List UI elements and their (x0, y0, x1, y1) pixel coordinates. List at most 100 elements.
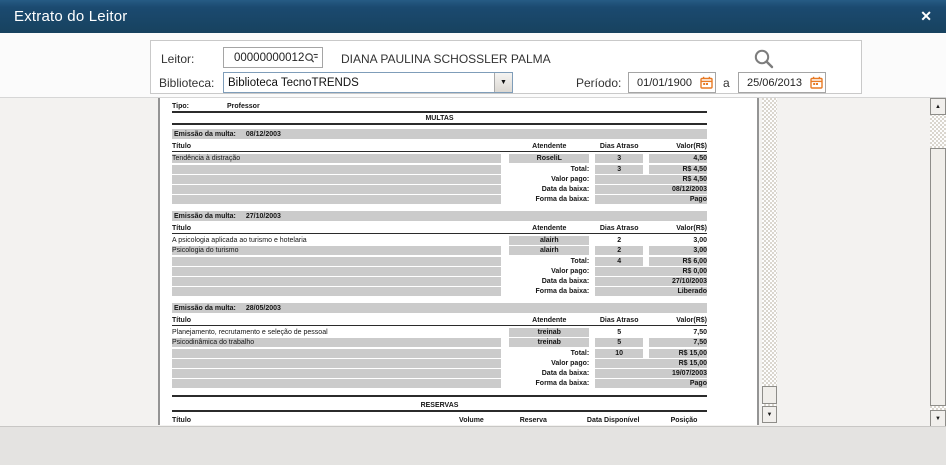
col-header-reserva: Reserva (501, 416, 565, 425)
multas-header-row: TítuloAtendenteDias AtrasoValor(R$) (172, 316, 707, 326)
multa-block: Emissão da multa: 27/10/2003 TítuloAtenden… (172, 211, 707, 296)
col-header-titulo: Título (172, 224, 501, 234)
leitor-code-input[interactable]: 00000000012 (223, 47, 323, 68)
report-tipo-row: Tipo:Professor (172, 102, 707, 113)
valor-pago-value: R$ 15,00 (595, 359, 707, 368)
item-valor: 3,00 (649, 246, 707, 255)
col-header-valor: Valor(R$) (649, 316, 707, 326)
valor-pago-label: Valor pago: (509, 267, 589, 276)
reader-form-panel: Leitor: 00000000012 DIANA PAULINA SCHOSS… (150, 40, 862, 94)
forma-baixa-value: Pago (595, 195, 707, 204)
total-label: Total: (509, 349, 589, 358)
scrollbar-thumb[interactable] (762, 386, 777, 404)
item-atendente: treinab (509, 338, 589, 347)
chevron-down-icon[interactable]: ▼ (494, 73, 512, 92)
forma-baixa-value: Liberado (595, 287, 707, 296)
col-header-atendente: Atendente (509, 316, 589, 326)
scrollbar-thumb[interactable] (930, 148, 946, 406)
search-icon[interactable] (753, 48, 775, 70)
dialog-title: Extrato do Leitor (0, 8, 127, 25)
col-header-volume: Volume (447, 416, 495, 425)
leitor-code-value: 00000000012 (224, 52, 304, 64)
periodo-to-input[interactable]: 25/06/2013 (738, 72, 826, 93)
item-dias-atraso: 2 (595, 246, 643, 255)
item-titulo: Psicologia do turismo (172, 246, 501, 255)
item-valor: 7,50 (649, 338, 707, 347)
data-baixa-value: 19/07/2003 (595, 369, 707, 378)
data-baixa-value: 27/10/2003 (595, 277, 707, 286)
emissao-label: Emissão da multa: (172, 212, 236, 221)
item-atendente: RoseliL (509, 154, 589, 163)
valor-pago-value: R$ 0,00 (595, 267, 707, 276)
dialog-titlebar: Extrato do Leitor ✕ (0, 0, 946, 33)
multa-summary: Total:3R$ 4,50Valor pago:R$ 4,50Data da … (172, 165, 707, 204)
biblioteca-select[interactable]: Biblioteca TecnoTRENDS ▼ (223, 72, 513, 93)
total-valor-value: R$ 6,00 (649, 257, 707, 266)
leitor-label: Leitor: (161, 52, 194, 66)
multa-item-row: Psicologia do turismoalairh23,00 (172, 246, 707, 255)
col-header-valor: Valor(R$) (649, 142, 707, 152)
total-dias-value: 3 (595, 165, 643, 174)
item-dias-atraso: 3 (595, 154, 643, 163)
emissao-label: Emissão da multa: (172, 304, 236, 313)
item-titulo: Psicodinâmica do trabalho (172, 338, 501, 347)
forma-baixa-label: Forma da baixa: (509, 379, 589, 388)
reader-name-text: DIANA PAULINA SCHOSSLER PALMA (341, 52, 551, 66)
data-baixa-label: Data da baixa: (509, 369, 589, 378)
emissao-date: 28/05/2003 (246, 304, 281, 313)
multa-emission-row: Emissão da multa: 28/05/2003 (172, 303, 707, 313)
periodo-label: Período: (576, 76, 621, 90)
multa-summary: Total:10R$ 15,00Valor pago:R$ 15,00Data … (172, 349, 707, 388)
multa-block: Emissão da multa:08/12/2003TítuloAtenden… (172, 129, 707, 204)
emissao-label: Emissão da multa: (172, 130, 236, 139)
dialog-vertical-scrollbar[interactable]: ▲ ▼ (930, 98, 946, 427)
close-icon[interactable]: ✕ (920, 7, 932, 25)
dialog-footer (0, 426, 946, 465)
forma-baixa-row: Forma da baixa:Pago (172, 379, 707, 388)
item-valor: 7,50 (649, 328, 707, 337)
forma-baixa-row: Forma da baixa: Liberado (172, 287, 707, 296)
forma-baixa-label: Forma da baixa: (509, 287, 589, 296)
data-baixa-row: Data da baixa:08/12/2003 (172, 185, 707, 194)
calendar-icon[interactable] (810, 76, 823, 89)
multas-header-row: TítuloAtendenteDias AtrasoValor(R$) (172, 224, 707, 234)
data-baixa-label: Data da baixa: (509, 277, 589, 286)
valor-pago-label: Valor pago: (509, 175, 589, 184)
periodo-from-value: 01/01/1900 (629, 77, 700, 89)
item-titulo: A psicologia aplicada ao turismo e hotel… (172, 236, 501, 245)
report-vertical-scrollbar[interactable]: ▼ (762, 98, 777, 423)
reservas-separator (172, 395, 707, 397)
valor-pago-label: Valor pago: (509, 359, 589, 368)
scroll-up-icon[interactable]: ▲ (930, 98, 946, 115)
periodo-to-value: 25/06/2013 (739, 77, 810, 89)
data-baixa-row: Data da baixa: 19/07/2003 (172, 369, 707, 378)
total-dias-value: 10 (595, 349, 643, 358)
scroll-down-icon[interactable]: ▼ (930, 410, 946, 427)
valor-pago-row: Valor pago: R$ 4,50 (172, 175, 707, 184)
forma-baixa-row: Forma da baixa: Pago (172, 195, 707, 204)
multa-item-row: A psicologia aplicada ao turismo e hotel… (172, 236, 707, 245)
calendar-icon[interactable] (700, 76, 713, 89)
reservas-section-title: RESERVAS (172, 401, 707, 412)
total-dias-value: 4 (595, 257, 643, 266)
data-baixa-label: Data da baixa: (509, 185, 589, 194)
multa-block: Emissão da multa:28/05/2003TítuloAtenden… (172, 303, 707, 388)
report-viewer-area: Tipo:ProfessorMULTASEmissão da multa:08/… (0, 97, 946, 426)
item-dias-atraso: 5 (595, 328, 643, 337)
total-label: Total: (509, 257, 589, 266)
forma-baixa-label: Forma da baixa: (509, 195, 589, 204)
col-header-dias-atraso: Dias Atraso (595, 316, 643, 326)
col-header-dias-atraso: Dias Atraso (595, 224, 643, 234)
reader-lookup-icon[interactable] (304, 51, 319, 65)
total-row: Total:10R$ 15,00 (172, 349, 707, 358)
item-valor: 3,00 (649, 236, 707, 245)
valor-pago-value: R$ 4,50 (595, 175, 707, 184)
periodo-from-input[interactable]: 01/01/1900 (628, 72, 716, 93)
data-baixa-row: Data da baixa: 27/10/2003 (172, 277, 707, 286)
item-dias-atraso: 5 (595, 338, 643, 347)
col-header-posicao: Posição (661, 416, 707, 425)
item-titulo: Tendência à distração (172, 154, 501, 163)
scroll-down-icon[interactable]: ▼ (762, 406, 777, 423)
tipo-label: Tipo: (172, 102, 189, 111)
reservas-header-row: TítuloVolumeReservaData DisponívelPosiçã… (172, 416, 707, 425)
